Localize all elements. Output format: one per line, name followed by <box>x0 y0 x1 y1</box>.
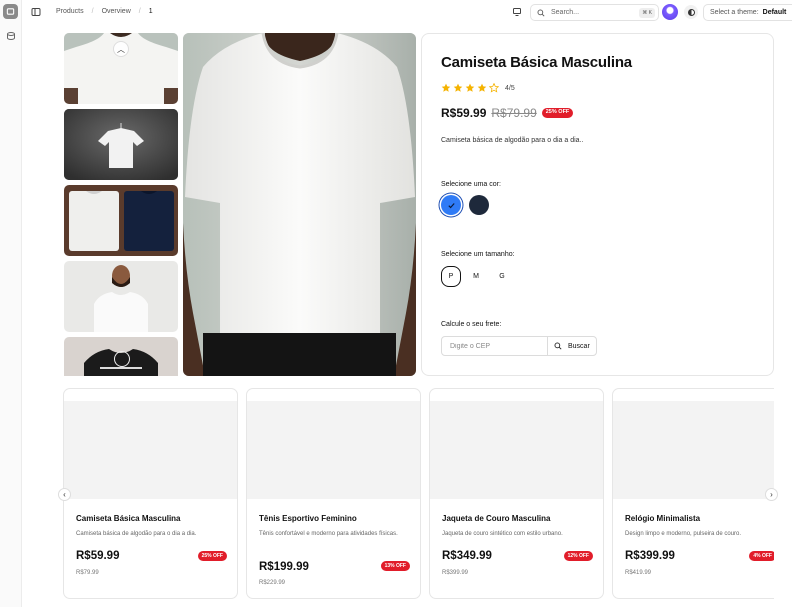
product-card-price: R$349.99 <box>442 550 492 562</box>
carousel-next-button[interactable]: › <box>765 488 778 501</box>
product-card-old-price: R$399.99 <box>442 570 469 576</box>
product-card-price: R$199.99 <box>259 561 309 573</box>
sidebar-toggle-icon[interactable] <box>31 7 41 17</box>
star-filled-icon <box>453 83 463 92</box>
product-card-description: Tênis confortável e moderno para ativida… <box>259 531 398 537</box>
product-card-discount-badge: 13% OFF <box>380 561 410 571</box>
product-info-card: Camiseta Básica Masculina 4/5 R$59.99 R$… <box>421 33 774 376</box>
product-card[interactable]: Relógio Minimalista Design limpo e moder… <box>612 388 774 599</box>
size-option-m[interactable]: M <box>466 266 486 287</box>
product-card-old-price: R$79.99 <box>76 570 99 576</box>
theme-select[interactable]: Select a theme: Default <box>703 4 792 21</box>
color-swatch-navy[interactable] <box>469 195 489 215</box>
check-icon <box>447 202 455 208</box>
product-card-price: R$399.99 <box>625 550 675 562</box>
product-card-old-price: R$419.99 <box>625 570 652 576</box>
thumbnail-list: ︿ <box>64 33 178 376</box>
search-icon <box>537 9 545 17</box>
cep-search-button[interactable]: Buscar <box>548 337 596 355</box>
product-card[interactable]: Camiseta Básica Masculina Camiseta básic… <box>63 388 238 599</box>
rating-stars: 4/5 <box>441 83 515 93</box>
product-card-image <box>247 401 420 499</box>
color-label: Selecione uma cor: <box>441 181 501 188</box>
shipping-label: Calcule o seu frete: <box>441 321 502 328</box>
size-label: Selecione um tamanho: <box>441 251 515 258</box>
size-option-g[interactable]: G <box>492 266 512 287</box>
cep-input[interactable] <box>442 337 548 355</box>
color-swatch-blue[interactable] <box>441 195 461 215</box>
product-card-discount-badge: 25% OFF <box>197 551 227 561</box>
product-card-description: Design limpo e moderno, pulseira de cour… <box>625 531 742 537</box>
star-filled-icon <box>477 83 487 92</box>
old-price: R$79.99 <box>491 106 537 120</box>
search-input[interactable]: Search... ⌘ K <box>530 4 659 21</box>
product-card[interactable]: Jaqueta de Couro Masculina Jaqueta de co… <box>429 388 604 599</box>
main-product-image <box>183 33 416 376</box>
product-card-image <box>613 401 774 499</box>
rating-text: 4/5 <box>505 84 515 92</box>
app-logo-icon[interactable] <box>3 4 18 19</box>
top-bar: Products / Overview / 1 Search... ⌘ K Se… <box>22 0 792 25</box>
discount-badge: 25% OFF <box>541 108 574 118</box>
theme-select-label: Select a theme: <box>710 9 759 16</box>
product-card-image <box>64 401 237 499</box>
product-card-image <box>430 401 603 499</box>
carousel-prev-button[interactable]: ‹ <box>58 488 71 501</box>
database-icon[interactable] <box>6 31 16 41</box>
product-card-description: Jaqueta de couro sintético com estilo ur… <box>442 531 563 537</box>
product-card-discount-badge: 12% OFF <box>563 551 593 561</box>
star-empty-icon <box>489 83 499 93</box>
breadcrumb-overview[interactable]: Overview <box>102 8 131 15</box>
thumbnail-4[interactable] <box>64 261 178 332</box>
star-filled-icon <box>441 83 451 92</box>
product-card-discount-badge: 4% OFF <box>749 551 774 561</box>
price-row: R$59.99 R$79.99 25% OFF <box>441 106 574 120</box>
product-card-name: Jaqueta de Couro Masculina <box>442 514 551 523</box>
sidebar <box>0 0 22 607</box>
product-description: Camiseta básica de algodão para o dia a … <box>441 137 584 144</box>
thumbnail-5[interactable] <box>64 337 178 376</box>
search-icon <box>554 342 562 350</box>
product-card-name: Camiseta Básica Masculina <box>76 514 181 523</box>
breadcrumb-separator: / <box>91 8 94 15</box>
scroll-up-button[interactable]: ︿ <box>113 41 129 57</box>
breadcrumb: Products / Overview / 1 <box>56 8 153 15</box>
current-price: R$59.99 <box>441 106 487 120</box>
theme-select-value: Default <box>762 9 787 16</box>
star-filled-icon <box>465 83 475 92</box>
scroll-down-button[interactable] <box>114 351 130 367</box>
product-card[interactable]: Tênis Esportivo Feminino Tênis confortáv… <box>246 388 421 599</box>
product-card-price: R$59.99 <box>76 550 120 562</box>
cep-search-label: Buscar <box>568 342 590 350</box>
thumbnail-3[interactable] <box>64 185 178 256</box>
monitor-icon[interactable] <box>512 7 522 17</box>
size-option-p[interactable]: P <box>441 266 461 287</box>
breadcrumb-products[interactable]: Products <box>56 8 84 15</box>
product-card-old-price: R$229.99 <box>259 580 286 586</box>
thumbnail-2[interactable] <box>64 109 178 180</box>
breadcrumb-current: 1 <box>148 8 153 15</box>
product-title: Camiseta Básica Masculina <box>441 54 632 71</box>
search-shortcut: ⌘ K <box>639 8 655 18</box>
product-card-description: Camiseta básica de algodão para o dia a … <box>76 531 197 537</box>
breadcrumb-separator: / <box>138 8 141 15</box>
product-card-name: Tênis Esportivo Feminino <box>259 514 357 523</box>
avatar[interactable] <box>662 4 678 20</box>
cep-form: Buscar <box>441 336 597 356</box>
related-products-carousel: Camiseta Básica Masculina Camiseta básic… <box>62 388 774 600</box>
thumbnail-1[interactable]: ︿ <box>64 33 178 104</box>
product-card-name: Relógio Minimalista <box>625 514 701 523</box>
theme-toggle-icon[interactable] <box>684 5 698 19</box>
search-placeholder: Search... <box>551 9 580 16</box>
